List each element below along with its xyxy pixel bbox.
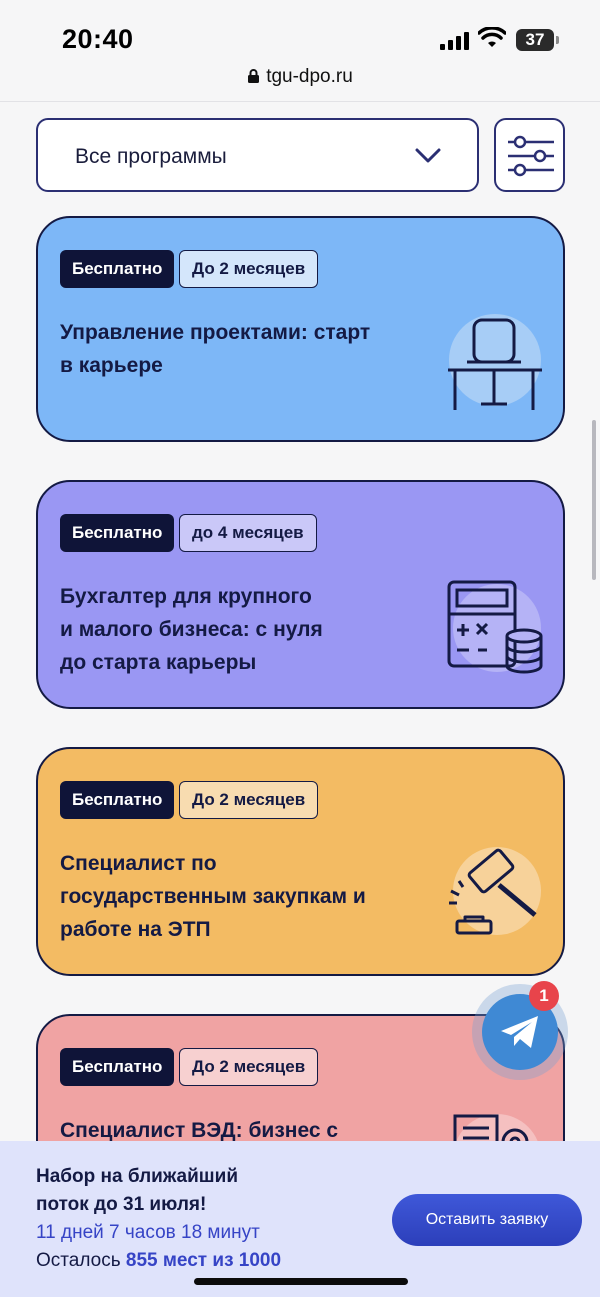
lock-icon xyxy=(248,69,260,83)
home-indicator xyxy=(194,1278,408,1285)
cellular-signal-icon xyxy=(440,32,470,50)
telegram-icon xyxy=(501,1016,538,1048)
program-title: Бухгалтер для крупного и малого бизнеса: … xyxy=(60,585,323,674)
battery-indicator: 37 xyxy=(516,29,554,51)
desk-chair-icon xyxy=(448,314,542,410)
scrollbar[interactable] xyxy=(592,420,596,580)
gavel-icon xyxy=(449,847,541,935)
program-title: Управление проектами: старт в карьере xyxy=(60,321,371,377)
enrollment-deadline: поток до 31 июля! xyxy=(36,1194,207,1215)
apply-button[interactable]: Оставить заявку xyxy=(392,1194,582,1246)
program-title: Специалист по государственным закупкам ир… xyxy=(60,852,366,941)
address-bar[interactable]: tgu-dpo.ru xyxy=(0,66,600,88)
filter-settings-button[interactable] xyxy=(494,118,565,192)
battery-tip xyxy=(556,36,559,44)
program-card[interactable]: Бесплатно До 2 месяцев Управление проект… xyxy=(36,216,565,442)
url-text: tgu-dpo.ru xyxy=(266,66,353,87)
program-filter-select[interactable]: Все программы xyxy=(36,118,479,192)
calculator-coins-icon xyxy=(447,580,543,674)
enrollment-bar: Набор на ближайший поток до 31 июля! 11 … xyxy=(0,1141,600,1297)
duration-badge: До 2 месяцев xyxy=(179,781,319,819)
duration-badge: До 2 месяцев xyxy=(179,1048,319,1086)
price-badge: Бесплатно xyxy=(60,1048,175,1086)
price-badge: Бесплатно xyxy=(60,514,175,552)
program-filter-value: Все программы xyxy=(75,145,227,168)
countdown-timer: 11 дней 7 часов 18 минут xyxy=(36,1222,260,1243)
price-badge: Бесплатно xyxy=(60,250,175,288)
program-card[interactable]: Бесплатно до 4 месяцев Бухгалтер для кру… xyxy=(36,480,565,709)
seats-remaining: Осталось 855 мест из 1000 xyxy=(36,1250,282,1271)
seats-count: 855 мест из 1000 xyxy=(125,1250,282,1271)
enrollment-heading: Набор на ближайший xyxy=(36,1166,238,1187)
notification-badge: 1 xyxy=(529,981,559,1011)
sliders-icon xyxy=(508,135,554,177)
chevron-down-icon xyxy=(415,148,441,163)
clock: 20:40 xyxy=(62,24,134,54)
status-bar: 20:40 37 tgu-dpo.ru xyxy=(0,0,600,102)
duration-badge: до 4 месяцев xyxy=(179,514,317,552)
duration-badge: До 2 месяцев xyxy=(179,250,319,288)
wifi-icon xyxy=(478,27,506,47)
program-card[interactable]: Бесплатно До 2 месяцев Специалист по госу… xyxy=(36,747,565,976)
price-badge: Бесплатно xyxy=(60,781,175,819)
